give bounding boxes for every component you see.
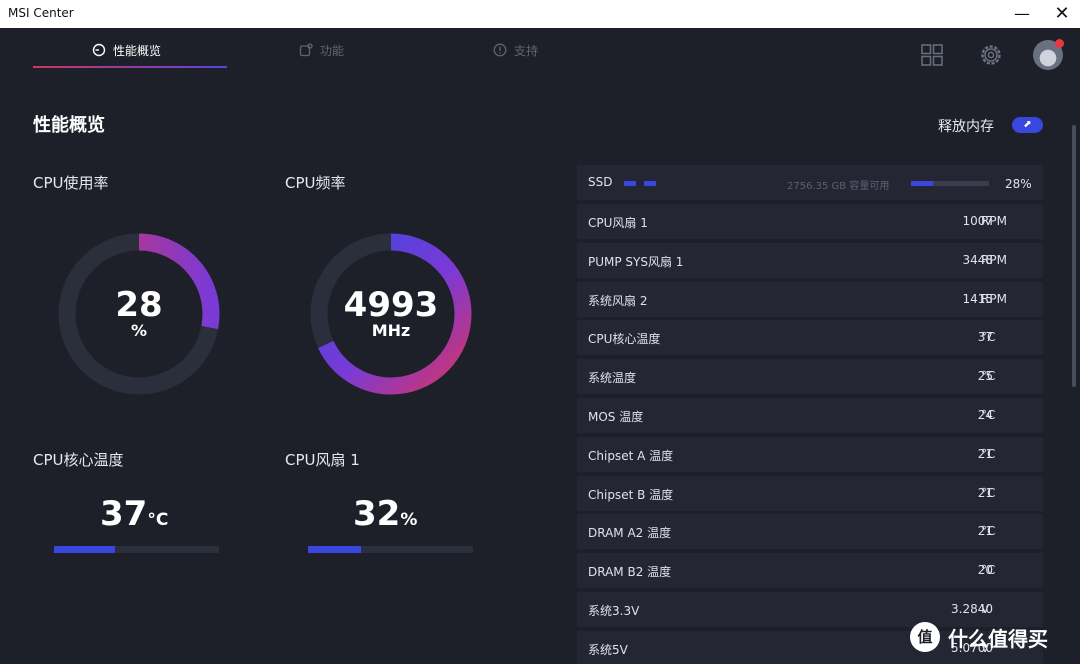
- cpu-usage-label: CPU使用率: [33, 174, 109, 192]
- features-icon: [299, 43, 313, 57]
- top-navigation: 性能概览 功能 支持: [0, 28, 1080, 78]
- sensor-name: CPU核心温度: [588, 332, 661, 347]
- notification-dot: [1055, 39, 1064, 48]
- tab-label: 功能: [320, 43, 345, 58]
- app-title: MSI Center: [8, 6, 74, 20]
- sensor-unit: °C: [981, 330, 996, 345]
- watermark: 值 什么值得买: [910, 622, 1048, 652]
- sensor-name: 系统3.3V: [588, 604, 640, 618]
- sensor-row: Chipset B 温度 21 °C: [577, 475, 1043, 511]
- tab-features[interactable]: 功能: [299, 39, 344, 61]
- cpu-core-temp-value: 37: [100, 494, 148, 534]
- sensor-unit: °C: [981, 369, 996, 384]
- tab-performance-overview[interactable]: 性能概览: [92, 39, 161, 61]
- cpu-fan-value: 32: [353, 494, 401, 534]
- cpu-frequency-value: 4993: [343, 285, 439, 325]
- watermark-text: 什么值得买: [948, 626, 1048, 651]
- sensor-name: MOS 温度: [588, 410, 644, 424]
- cpu-usage-value: 28: [115, 285, 163, 325]
- ssd-usage-bar-fill: [911, 181, 933, 186]
- tab-label: 性能概览: [113, 43, 162, 58]
- cpu-frequency-label: CPU频率: [285, 174, 346, 192]
- sensor-name: Chipset B 温度: [588, 487, 674, 502]
- watermark-logo: 值: [910, 622, 940, 652]
- cpu-usage-unit: %: [130, 321, 148, 340]
- cpu-fan-bar-fill: [308, 546, 361, 553]
- sensor-list[interactable]: SSD 2756.35 GB 容量可用 28% CPU风扇 1 1007 RPM PU…: [577, 165, 1043, 664]
- sensor-name: 系统温度: [588, 371, 637, 386]
- sensor-unit: °C: [981, 563, 996, 578]
- title-bar: MSI Center — ✕: [0, 0, 1080, 28]
- sensor-name: DRAM B2 温度: [588, 565, 672, 580]
- sensor-row: 系统温度 25 °C: [577, 359, 1043, 395]
- sensor-row: PUMP SYS风扇 1 3448 RPM: [577, 242, 1043, 278]
- tab-support[interactable]: 支持: [493, 39, 538, 61]
- sensor-row: CPU核心温度 37 °C: [577, 320, 1043, 356]
- tab-label: 支持: [514, 43, 539, 58]
- ssd-indicator: [624, 181, 636, 186]
- support-icon: [493, 43, 507, 57]
- cpu-core-temp-label: CPU核心温度: [33, 451, 124, 469]
- sensor-unit: °C: [981, 446, 996, 461]
- minimize-button[interactable]: —: [1010, 2, 1034, 26]
- apps-grid-icon[interactable]: [919, 42, 945, 68]
- cpu-core-temp-bar-fill: [54, 546, 116, 553]
- cpu-fan-bar: [308, 546, 473, 553]
- cpu-fan-label: CPU风扇 1: [285, 451, 360, 469]
- page-title: 性能概览: [33, 115, 105, 136]
- sensor-name: 系统5V: [588, 642, 628, 657]
- release-memory-label: 释放内存: [938, 119, 994, 135]
- avatar[interactable]: [1033, 39, 1064, 70]
- sensor-row: 系统风扇 2 1415 RPM: [577, 281, 1043, 317]
- sensor-unit: °C: [981, 524, 996, 539]
- sensor-name: SSD: [588, 175, 613, 189]
- sensor-unit: RPM: [981, 291, 1007, 306]
- active-tab-indicator: [33, 66, 227, 68]
- cpu-core-temp-readout: 37°C: [100, 494, 168, 534]
- sensor-unit: RPM: [981, 214, 1007, 228]
- ssd-indicator: [644, 181, 656, 186]
- sensor-unit: °C: [981, 408, 996, 422]
- scrollbar[interactable]: [1072, 125, 1076, 387]
- sensor-unit: °C: [981, 485, 996, 500]
- gear-icon[interactable]: [978, 42, 1004, 68]
- sensor-name: PUMP SYS风扇 1: [588, 254, 684, 269]
- cpu-fan-unit: %: [400, 510, 418, 530]
- sensor-row: MOS 温度 24 °C: [577, 398, 1043, 433]
- sensor-row: DRAM B2 温度 20 °C: [577, 553, 1043, 589]
- ssd-percent: 28%: [1005, 177, 1032, 191]
- cpu-core-temp-unit: °C: [147, 510, 169, 530]
- ssd-capacity: 2756.35 GB 容量可用: [787, 181, 890, 192]
- sensor-row: CPU风扇 1 1007 RPM: [577, 204, 1043, 239]
- sensor-unit: V: [981, 602, 990, 616]
- release-memory-button[interactable]: ⬈: [1012, 117, 1043, 133]
- sensor-name: CPU风扇 1: [588, 216, 648, 230]
- close-button[interactable]: ✕: [1050, 2, 1074, 26]
- cpu-core-temp-bar: [54, 546, 219, 553]
- cpu-fan-readout: 32%: [353, 494, 417, 534]
- cpu-frequency-unit: MHz: [371, 321, 411, 340]
- sensor-name: DRAM A2 温度: [588, 526, 672, 541]
- sensor-row: DRAM A2 温度 21 °C: [577, 514, 1043, 550]
- sensor-row: Chipset A 温度 21 °C: [577, 436, 1043, 472]
- dashboard-icon: [92, 43, 106, 57]
- sensor-unit: RPM: [981, 252, 1007, 267]
- sensor-row-ssd: SSD 2756.35 GB 容量可用 28%: [577, 165, 1043, 200]
- sensor-name: Chipset A 温度: [588, 448, 674, 463]
- sensor-name: 系统风扇 2: [588, 293, 648, 308]
- ssd-usage-bar: [911, 181, 989, 186]
